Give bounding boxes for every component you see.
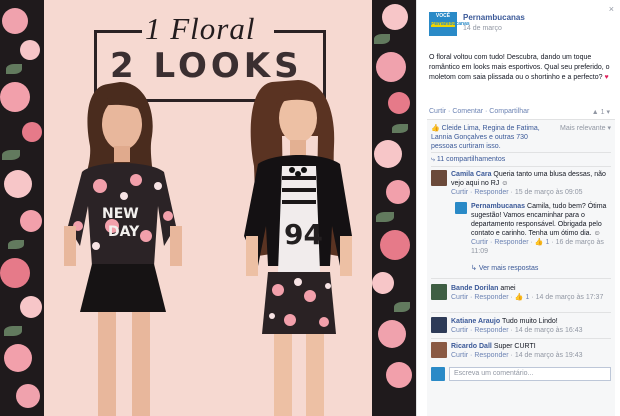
comment-input[interactable]: Escreva um comentário... (449, 367, 611, 381)
avatar (431, 367, 445, 381)
avatar[interactable] (431, 284, 447, 300)
comment: Bande Dorilan amei Curtir · Responder · … (451, 285, 604, 301)
avatar[interactable] (431, 170, 447, 186)
heart-icon: ♥ (604, 74, 609, 81)
comments-section: 👍 Cleide Lima, Regina de Fatima, Lannia … (427, 119, 615, 416)
page-name-link[interactable]: Pernambucanas (463, 13, 525, 22)
sort-dropdown[interactable]: Mais relevante ▾ (553, 124, 611, 133)
post-action-icons[interactable]: ▲ 1 ▾ (592, 108, 610, 116)
svg-text:DAY: DAY (108, 224, 140, 240)
comment: Katiane Araujo Tudo muito Lindo! Curtir … (451, 318, 583, 334)
comment-author[interactable]: Pernambucanas (471, 203, 525, 210)
page-logo[interactable]: VOCÊ Pernambucanas (429, 12, 470, 36)
comment-actions[interactable]: Curtir · Responder (451, 189, 509, 196)
floral-border-left (0, 0, 44, 416)
comment-time[interactable]: 15 de março às 09:05 (515, 189, 583, 196)
comment-actions[interactable]: Curtir · Responder (451, 352, 509, 359)
likes-summary[interactable]: 👍 Cleide Lima, Regina de Fatima, Lannia … (431, 124, 549, 151)
comment-author[interactable]: Camila Cara (451, 171, 491, 178)
comment-time[interactable]: 14 de março às 19:43 (515, 352, 583, 359)
reply: Pernambucanas Camila, tudo bem? Ótima su… (471, 203, 607, 255)
comment-actions[interactable]: Curtir · Responder (451, 327, 509, 334)
logo-text: VOCÊ (435, 13, 451, 19)
post-panel: VOCÊ Pernambucanas Pernambucanas 14 de m… (416, 0, 620, 416)
comment-actions[interactable]: Curtir · Responder (451, 294, 509, 301)
divider (431, 338, 611, 339)
close-icon[interactable]: × (609, 4, 614, 14)
avatar[interactable] (431, 342, 447, 358)
avatar[interactable] (431, 317, 447, 333)
comment: Camila Cara Queria tanto uma blusa dessa… (451, 171, 606, 196)
comment-author[interactable]: Katiane Araujo (451, 318, 500, 325)
comment-text: Tudo muito Lindo! (501, 318, 558, 325)
comment-time[interactable]: 14 de março às 17:37 (536, 294, 604, 301)
comment-text: Super CURTI (493, 343, 536, 350)
comment-author[interactable]: Ricardo Dall (451, 343, 492, 350)
post-photo[interactable]: 1 Floral 2 LOOKS NEW DAY 94 (0, 0, 416, 416)
photo-title-line1: 1 Floral (145, 11, 256, 46)
post-date[interactable]: 14 de março (463, 25, 502, 32)
comment-time[interactable]: 14 de março às 16:43 (515, 327, 583, 334)
post-text: O floral voltou com tudo! Descubra, dand… (429, 54, 610, 81)
svg-text:NEW: NEW (102, 206, 139, 222)
divider (431, 166, 611, 167)
emoji-icon: ☺ (501, 180, 509, 187)
post-actions[interactable]: Curtir · Comentar · Compartilhar (429, 108, 529, 115)
model-left: NEW DAY (64, 82, 182, 416)
comment-text: amei (500, 285, 516, 292)
divider (431, 312, 611, 313)
avatar[interactable] (455, 202, 467, 214)
like-count[interactable]: 👍 1 (515, 294, 530, 301)
comment: Ricardo Dall Super CURTI Curtir · Respon… (451, 343, 583, 359)
emoji-icon: ☺ (593, 230, 601, 237)
divider (431, 152, 611, 153)
model-right: 94 (244, 80, 352, 416)
comment-actions[interactable]: Curtir · Responder (471, 239, 529, 246)
divider (431, 278, 611, 279)
like-count[interactable]: 👍 1 (535, 239, 550, 246)
comment-author[interactable]: Bande Dorilan (451, 285, 498, 292)
svg-text:94: 94 (284, 218, 323, 251)
logo-sub: Pernambucanas (431, 21, 470, 27)
like-icon: 👍 (431, 125, 440, 132)
more-replies-link[interactable]: ↳ Ver mais respostas (471, 264, 611, 273)
reply-arrow-icon: ↳ (471, 265, 477, 272)
shares-link[interactable]: ⤷ 11 compartilhamentos (431, 155, 611, 164)
floral-border-right (372, 0, 416, 416)
share-icon: ⤷ (431, 156, 435, 163)
